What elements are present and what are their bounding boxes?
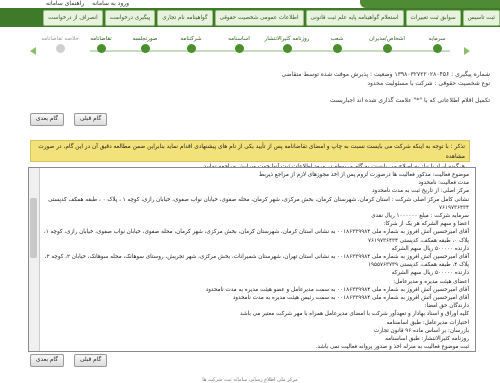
tab-track-request[interactable]: پیگیری درخواست — [104, 10, 156, 26]
step-label: روزنامه کثیرالانتشار — [264, 36, 310, 42]
doc-line: آقای امیرحسین آتش افروز به شماره ملی ۰۰۱… — [232, 295, 469, 302]
doc-line: دارندگان حق امضا: — [424, 303, 469, 310]
step-dot-icon — [282, 44, 292, 53]
document-scrollbar[interactable] — [29, 168, 40, 351]
required-fields-note: تکمیل اقلام اطلاعاتی که با "*" علامت گذا… — [329, 97, 490, 104]
document-text: موضوع فعالیت: مذکور فعالیت ها درصورت لزو… — [43, 171, 469, 351]
step-dot-icon — [140, 44, 150, 53]
request-info: شماره پیگیری : ۱۳۹۸۰۳۲۷۲۲۰۲۸۰۴۵۶ وضعیت :… — [10, 70, 491, 105]
entity-type-line: نوع شخصیت حقوقی : شرکت با مسئولیت محدود — [367, 80, 490, 87]
doc-line: دارنده ۵۰۰۰۰۰ ریال سهم الشرکه — [391, 270, 469, 277]
step-minutes[interactable]: صورتجلسه — [120, 36, 170, 53]
step-articles[interactable]: اساسنامه — [214, 36, 264, 53]
prev-step-button-bottom[interactable]: گام قبلی — [74, 354, 108, 367]
login-link[interactable]: ورود به سامانه — [92, 0, 129, 7]
help-link[interactable]: راهنمای سامانه — [46, 0, 84, 7]
step-label: اشخاص/مدیران — [369, 36, 405, 42]
logo-strip — [360, 0, 500, 8]
next-step-button[interactable]: گام بعدی — [30, 113, 64, 126]
doc-line: بازرسان: بر اساس ماده ۹۶ قانون تجارت — [373, 327, 469, 334]
doc-line: مدت فعالیت: نامحدود — [418, 180, 469, 187]
wizard-steps: سرمایه اشخاص/مدیران شعب روزنامه کثیرالان… — [30, 36, 470, 58]
notice-line-1: تذکر : با توجه به اینکه شرکت می بایست نس… — [38, 144, 465, 160]
doc-line: کلیه اوراق و اسناد بهادار و تعهدآور شرکت… — [240, 311, 469, 318]
prev-step-button[interactable]: گام قبلی — [74, 113, 108, 126]
doc-line: سرمایه شرکت : مبلغ ۱۰۰۰۰۰۰ ریال نقدی — [371, 213, 469, 220]
doc-line: آقای امیرحسین آتش افروز به شماره ملی ۰۰۱… — [44, 254, 469, 269]
tab-trade-name[interactable]: گواهینامه نام تجاری — [157, 10, 213, 26]
warning-notice: تذکر : با توجه به اینکه شرکت می بایست نس… — [30, 140, 470, 170]
step-dot-icon — [432, 44, 442, 53]
tab-change-history[interactable]: سوابق ثبت تغییرات — [405, 10, 461, 26]
tab-cancel-request[interactable]: انصراف از درخواست — [43, 10, 103, 26]
next-step-button-bottom[interactable]: گام بعدی — [30, 354, 64, 367]
doc-line: آقای امیرحسین آتش افروز به شماره ملی ۰۰۱… — [205, 286, 469, 293]
tab-certificate-inquiry[interactable]: استعلام گواهینامه پایه علم ثبت قانونی — [305, 10, 404, 26]
step-label: سرمایه — [428, 36, 446, 42]
step-persons[interactable]: اشخاص/مدیران — [362, 36, 412, 53]
step-label: تقاضانامه — [90, 36, 112, 42]
step-summary[interactable]: خلاصه تقاضانامه — [35, 36, 85, 53]
doc-line: اختیارات مدیرعامل: طبق اساسنامه — [386, 319, 469, 326]
footer-text: مرکز ملی اطلاع رسانی سامانه ثبت شرکت ها — [0, 377, 500, 383]
step-dot-icon — [332, 44, 342, 53]
next-arrow-icon[interactable] — [464, 47, 470, 55]
step-dot-icon — [55, 44, 65, 53]
step-capital[interactable]: سرمایه — [412, 36, 462, 53]
doc-line: اعضا و سهم الشرکه هر یک از شرکا: — [383, 221, 469, 228]
tracking-status-line: شماره پیگیری : ۱۳۹۸۰۳۲۷۲۲۰۲۸۰۴۵۶ وضعیت :… — [281, 71, 491, 78]
tab-public-info[interactable]: اطلاعات عمومی شخصیت حقوقی — [214, 10, 304, 26]
step-dot-icon — [186, 44, 196, 53]
step-dot-icon — [96, 44, 106, 53]
tab-company-registration[interactable]: ثبت تاسیس — [462, 10, 500, 26]
step-label: خلاصه تقاضانامه — [41, 36, 79, 42]
doc-line: مرکز اصلی: از تاریخ ثبت به مدت نامحدود — [372, 188, 469, 195]
main-navbar: ثبت تاسیس سوابق ثبت تغییرات استعلام گواه… — [0, 8, 500, 27]
doc-line: دارنده ۵۰۰۰۰۰ ریال سهم الشرکه — [391, 245, 469, 252]
doc-line: اعضای هیئت مدیره و مدیرعامل: — [393, 278, 469, 285]
doc-line: آقای امیرحسین آتش افروز به شماره ملی ۰۰۱… — [43, 229, 469, 244]
application-document-box[interactable]: موضوع فعالیت: مذکور فعالیت ها درصورت لزو… — [28, 167, 476, 352]
doc-line: نشانی کامل مرکز اصلی شرکت : استان کرمان،… — [48, 196, 469, 211]
step-newspaper[interactable]: روزنامه کثیرالانتشار — [262, 36, 312, 53]
step-label: شرکتنامه — [180, 36, 202, 42]
scrollbar-thumb[interactable] — [30, 198, 37, 258]
step-branches[interactable]: شعب — [312, 36, 362, 53]
step-dot-icon — [234, 44, 244, 53]
step-dot-icon — [382, 44, 392, 53]
doc-line: موضوع فعالیت: مذکور فعالیت ها درصورت لزو… — [259, 172, 469, 178]
doc-line: روزنامه کثیرالانتشار: طبق اساسنامه — [385, 336, 469, 343]
step-label: اساسنامه — [228, 36, 250, 42]
doc-line: ثبت موضوع فعالیت به منزله اخذ و صدور پرو… — [315, 344, 469, 351]
step-label: صورتجلسه — [132, 36, 158, 42]
step-label: شعب — [330, 36, 344, 42]
step-company-deed[interactable]: شرکتنامه — [166, 36, 216, 53]
